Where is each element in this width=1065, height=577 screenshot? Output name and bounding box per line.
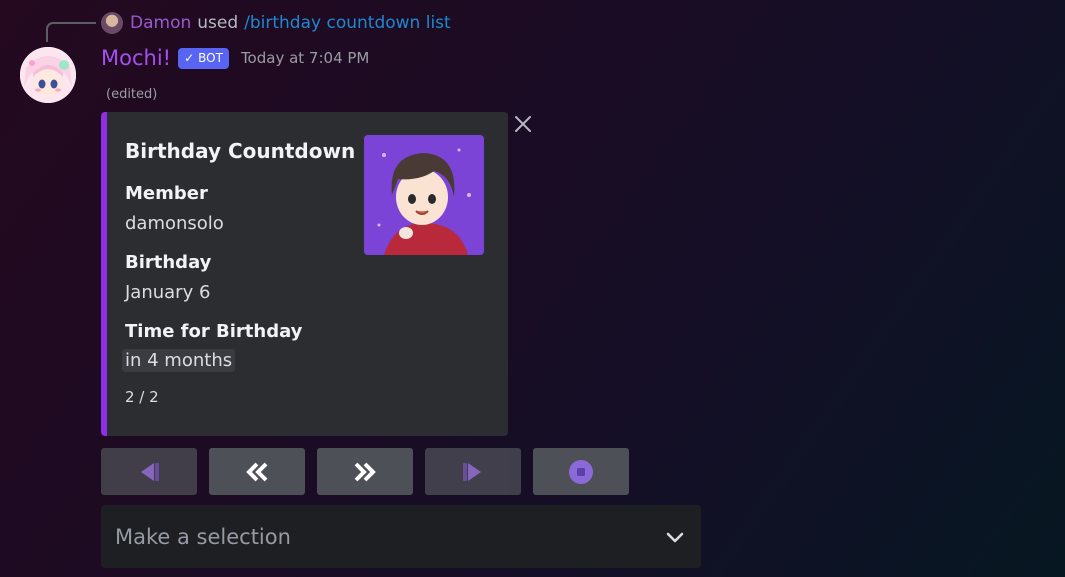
reply-used-label: used: [197, 13, 239, 33]
edited-label: (edited): [106, 87, 158, 102]
bot-tag-label: BOT: [198, 51, 223, 65]
reply-username[interactable]: Damon: [130, 13, 191, 33]
next-page-button[interactable]: [317, 448, 413, 495]
field-member-name: Member: [125, 183, 208, 204]
field-member-value: damonsolo: [125, 213, 224, 234]
select-menu[interactable]: Make a selection: [101, 505, 701, 568]
close-icon[interactable]: [513, 114, 533, 134]
checkmark-icon: ✓: [184, 51, 195, 65]
message-timestamp[interactable]: Today at 7:04 PM: [241, 49, 369, 67]
relative-timestamp[interactable]: in 4 months: [122, 349, 236, 372]
reply-command[interactable]: /birthday countdown list: [244, 13, 451, 33]
chevron-down-icon: [666, 532, 684, 542]
double-chevron-left-icon: [246, 462, 268, 481]
skip-last-icon: [463, 462, 481, 481]
message-header: Mochi! ✓ BOT Today at 7:04 PM: [101, 44, 369, 72]
field-time-name: Time for Birthday: [125, 321, 303, 342]
embed-footer: 2 / 2: [125, 388, 159, 406]
embed-thumbnail[interactable]: [364, 135, 484, 255]
last-page-button[interactable]: [425, 448, 521, 495]
select-placeholder: Make a selection: [115, 524, 291, 549]
reply-avatar[interactable]: [101, 12, 123, 34]
pagination-buttons: [101, 448, 629, 495]
field-time-value[interactable]: in 4 months: [122, 349, 236, 372]
first-page-button[interactable]: [101, 448, 197, 495]
reply-connector: [46, 22, 96, 42]
reply-reference[interactable]: Damon used /birthday countdown list: [101, 11, 451, 35]
previous-page-button[interactable]: [209, 448, 305, 495]
field-birthday-name: Birthday: [125, 252, 212, 273]
skip-first-icon: [141, 462, 159, 481]
double-chevron-right-icon: [354, 462, 376, 481]
bot-username[interactable]: Mochi!: [101, 46, 171, 70]
stop-icon: [569, 459, 593, 484]
embed-card: Birthday Countdown Member damonsolo Birt…: [101, 112, 508, 436]
bot-avatar[interactable]: [20, 47, 76, 103]
bot-tag: ✓ BOT: [178, 47, 229, 69]
embed-title: Birthday Countdown: [125, 139, 356, 163]
stop-button[interactable]: [533, 448, 629, 495]
field-birthday-value: January 6: [125, 282, 211, 303]
